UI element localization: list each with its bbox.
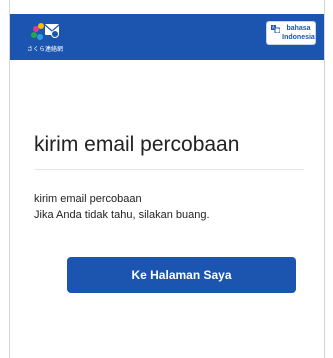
language-label-line1: bahasa [286, 25, 311, 32]
message-line-2: Jika Anda tidak tahu, silakan buang. [34, 209, 210, 221]
language-label: bahasa Indonesia [281, 24, 316, 42]
translate-icon: A [271, 25, 280, 33]
language-label-line2: Indonesia [282, 34, 315, 41]
message-line-1: kirim email percobaan [34, 193, 142, 205]
my-page-button[interactable]: Ke Halaman Saya [67, 257, 296, 293]
divider [34, 169, 304, 170]
language-button[interactable]: A bahasa Indonesia [266, 21, 316, 45]
svg-text:A: A [272, 25, 275, 30]
page-title: kirim email percobaan [34, 133, 240, 156]
header-bar: さくら連絡網 A bahasa Indonesia [10, 14, 324, 60]
logo-text: さくら連絡網 [27, 47, 64, 53]
app-frame: さくら連絡網 A bahasa Indonesia kirim email pe… [9, 0, 325, 358]
